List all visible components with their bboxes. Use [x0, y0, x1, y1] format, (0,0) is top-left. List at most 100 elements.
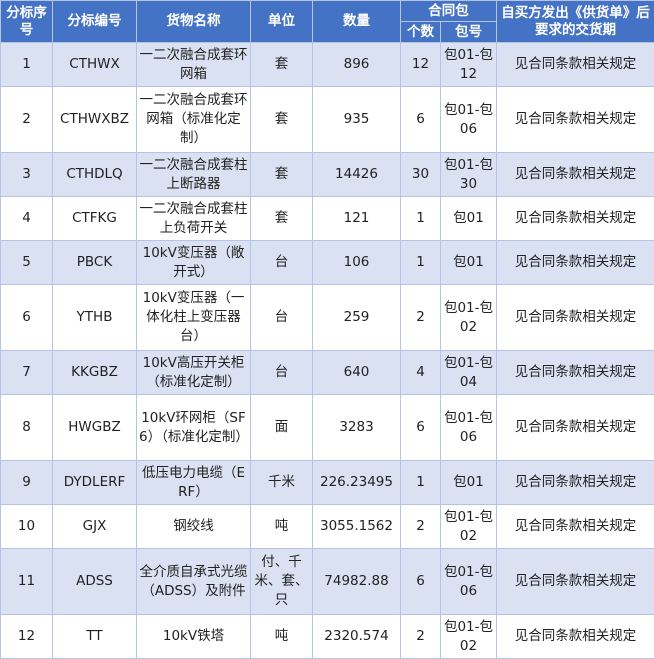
cell-count: 4 [401, 351, 441, 395]
cell-count: 6 [401, 87, 441, 153]
cell-seq: 12 [1, 615, 53, 659]
cell-seq: 8 [1, 395, 53, 461]
cell-qty: 2320.574 [313, 615, 401, 659]
cell-delivery: 见合同条款相关规定 [497, 461, 654, 505]
cell-pkg: 包01-包06 [441, 549, 497, 615]
header-qty: 数量 [313, 1, 401, 43]
table-row: 6 YTHB 10kV变压器（一体化柱上变压器台） 台 259 2 包01-包0… [1, 285, 654, 351]
cell-goods: 10kV环网柜（SF6）（标准化定制） [137, 395, 251, 461]
cell-delivery: 见合同条款相关规定 [497, 87, 654, 153]
cell-qty: 3055.1562 [313, 505, 401, 549]
cell-seq: 7 [1, 351, 53, 395]
cell-unit: 面 [251, 395, 313, 461]
cell-goods: 一二次融合成套柱上负荷开关 [137, 197, 251, 241]
cell-unit: 台 [251, 285, 313, 351]
cell-goods: 一二次融合成套柱上断路器 [137, 153, 251, 197]
cell-count: 1 [401, 197, 441, 241]
cell-goods: 10kV铁塔 [137, 615, 251, 659]
cell-count: 2 [401, 285, 441, 351]
cell-seq: 10 [1, 505, 53, 549]
cell-seq: 4 [1, 197, 53, 241]
cell-qty: 106 [313, 241, 401, 285]
cell-code: TT [53, 615, 137, 659]
cell-pkg: 包01-包02 [441, 615, 497, 659]
cell-unit: 付、千米、套、只 [251, 549, 313, 615]
cell-unit: 套 [251, 197, 313, 241]
cell-qty: 226.23495 [313, 461, 401, 505]
cell-pkg: 包01 [441, 461, 497, 505]
cell-code: DYDLERF [53, 461, 137, 505]
table-row: 1 CTHWX 一二次融合成套环网箱 套 896 12 包01-包12 见合同条… [1, 43, 654, 87]
table-row: 5 PBCK 10kV变压器（敞开式） 台 106 1 包01 见合同条款相关规… [1, 241, 654, 285]
table-row: 8 HWGBZ 10kV环网柜（SF6）（标准化定制） 面 3283 6 包01… [1, 395, 654, 461]
header-seq: 分标序号 [1, 1, 53, 43]
table-row: 11 ADSS 全介质自承式光缆（ADSS）及附件 付、千米、套、只 74982… [1, 549, 654, 615]
table-header: 分标序号 分标编号 货物名称 单位 数量 合同包 自买方发出《供货单》后要求的交… [1, 1, 654, 43]
cell-delivery: 见合同条款相关规定 [497, 549, 654, 615]
cell-seq: 3 [1, 153, 53, 197]
cell-unit: 千米 [251, 461, 313, 505]
cell-pkg: 包01-包04 [441, 351, 497, 395]
cell-pkg: 包01-包02 [441, 285, 497, 351]
cell-goods: 10kV变压器（敞开式） [137, 241, 251, 285]
header-pkg-count: 个数 [401, 22, 441, 43]
cell-goods: 一二次融合成套环网箱 [137, 43, 251, 87]
cell-delivery: 见合同条款相关规定 [497, 505, 654, 549]
procurement-table: 分标序号 分标编号 货物名称 单位 数量 合同包 自买方发出《供货单》后要求的交… [0, 0, 654, 659]
cell-pkg: 包01-包06 [441, 87, 497, 153]
header-unit: 单位 [251, 1, 313, 43]
cell-qty: 74982.88 [313, 549, 401, 615]
cell-delivery: 见合同条款相关规定 [497, 43, 654, 87]
cell-unit: 吨 [251, 505, 313, 549]
cell-count: 1 [401, 241, 441, 285]
cell-delivery: 见合同条款相关规定 [497, 197, 654, 241]
header-goods: 货物名称 [137, 1, 251, 43]
cell-pkg: 包01-包06 [441, 395, 497, 461]
cell-seq: 2 [1, 87, 53, 153]
header-contract-pkg: 合同包 [401, 1, 497, 22]
header-code: 分标编号 [53, 1, 137, 43]
cell-code: CTHDLQ [53, 153, 137, 197]
cell-delivery: 见合同条款相关规定 [497, 615, 654, 659]
cell-count: 6 [401, 549, 441, 615]
cell-goods: 全介质自承式光缆（ADSS）及附件 [137, 549, 251, 615]
cell-code: ADSS [53, 549, 137, 615]
cell-unit: 套 [251, 153, 313, 197]
table-row: 9 DYDLERF 低压电力电缆（ERF） 千米 226.23495 1 包01… [1, 461, 654, 505]
table-row: 2 CTHWXBZ 一二次融合成套环网箱（标准化定制） 套 935 6 包01-… [1, 87, 654, 153]
table-row: 10 GJX 钢绞线 吨 3055.1562 2 包01-包02 见合同条款相关… [1, 505, 654, 549]
cell-code: YTHB [53, 285, 137, 351]
header-pkg-no: 包号 [441, 22, 497, 43]
cell-seq: 9 [1, 461, 53, 505]
cell-code: HWGBZ [53, 395, 137, 461]
cell-qty: 935 [313, 87, 401, 153]
cell-delivery: 见合同条款相关规定 [497, 153, 654, 197]
cell-qty: 3283 [313, 395, 401, 461]
cell-pkg: 包01-包12 [441, 43, 497, 87]
cell-count: 2 [401, 505, 441, 549]
cell-qty: 640 [313, 351, 401, 395]
cell-goods: 钢绞线 [137, 505, 251, 549]
table-row: 4 CTFKG 一二次融合成套柱上负荷开关 套 121 1 包01 见合同条款相… [1, 197, 654, 241]
table-row: 3 CTHDLQ 一二次融合成套柱上断路器 套 14426 30 包01-包30… [1, 153, 654, 197]
cell-qty: 14426 [313, 153, 401, 197]
cell-pkg: 包01 [441, 197, 497, 241]
cell-code: PBCK [53, 241, 137, 285]
cell-unit: 台 [251, 351, 313, 395]
cell-code: GJX [53, 505, 137, 549]
cell-seq: 11 [1, 549, 53, 615]
cell-goods: 低压电力电缆（ERF） [137, 461, 251, 505]
cell-code: CTHWX [53, 43, 137, 87]
cell-delivery: 见合同条款相关规定 [497, 285, 654, 351]
cell-delivery: 见合同条款相关规定 [497, 395, 654, 461]
cell-pkg: 包01 [441, 241, 497, 285]
cell-goods: 一二次融合成套环网箱（标准化定制） [137, 87, 251, 153]
cell-qty: 259 [313, 285, 401, 351]
cell-count: 6 [401, 395, 441, 461]
header-delivery: 自买方发出《供货单》后要求的交货期 [497, 1, 654, 43]
cell-unit: 吨 [251, 615, 313, 659]
cell-pkg: 包01-包30 [441, 153, 497, 197]
cell-seq: 1 [1, 43, 53, 87]
table-body: 1 CTHWX 一二次融合成套环网箱 套 896 12 包01-包12 见合同条… [1, 43, 654, 659]
cell-pkg: 包01-包02 [441, 505, 497, 549]
